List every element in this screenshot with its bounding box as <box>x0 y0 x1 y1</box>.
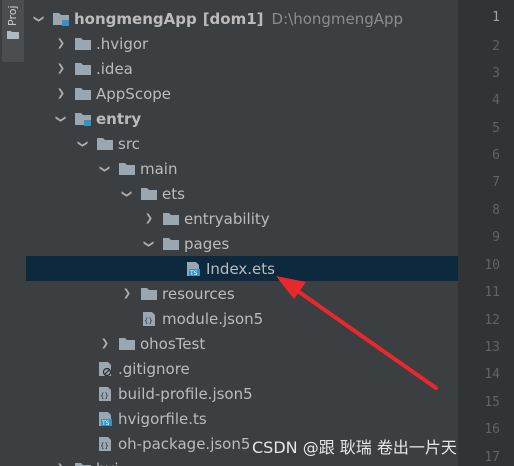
folder-icon <box>97 137 113 150</box>
line-number: 13 <box>484 340 500 355</box>
tree-item-label: AppScope <box>96 84 171 103</box>
tree-item-label: hvigorfile.ts <box>118 409 207 428</box>
tree-item-label: build-profile.json5 <box>118 384 253 403</box>
tree-item-label: oh-package.json5 <box>118 434 251 453</box>
tree-item-label: pages <box>184 234 230 253</box>
ignore-file-icon <box>99 361 112 376</box>
tree-row[interactable]: {} build-profile.json5 <box>26 381 458 406</box>
tree-row[interactable]: ❯ main <box>26 156 458 181</box>
json-file-icon: {} <box>99 386 111 401</box>
tree-row[interactable]: {} module.json5 <box>26 306 458 331</box>
chevron-right-icon[interactable]: ❯ <box>54 62 68 76</box>
chevron-down-icon[interactable]: ❯ <box>54 112 68 126</box>
tree-root-module: [dom1] <box>202 9 264 28</box>
chevron-right-icon[interactable]: ❯ <box>54 462 68 466</box>
folder-icon <box>7 31 19 39</box>
tree-row[interactable]: .gitignore <box>26 356 458 381</box>
folder-icon <box>75 87 91 100</box>
line-number: 15 <box>484 395 500 410</box>
tree-row[interactable]: TS hvigorfile.ts <box>26 406 458 431</box>
folder-icon <box>75 62 91 75</box>
svg-text:TS: TS <box>189 270 198 276</box>
folder-icon <box>119 162 135 175</box>
chevron-right-icon[interactable]: ❯ <box>54 87 68 101</box>
chevron-down-icon[interactable]: ❯ <box>98 162 112 176</box>
tree-item-label: ets <box>162 184 185 203</box>
folder-icon <box>75 37 91 50</box>
folder-icon <box>119 337 135 350</box>
tree-row[interactable]: ❯ ets <box>26 181 458 206</box>
tree-row[interactable]: ❯ ohosTest <box>26 331 458 356</box>
watermark-text: CSDN @跟 耿瑞 卷出一片天 <box>252 438 457 457</box>
project-tool-tab-label: Proj <box>6 5 19 26</box>
tree-item-label: ohosTest <box>140 334 206 353</box>
line-number: 14 <box>484 367 500 382</box>
chevron-right-icon[interactable]: ❯ <box>142 212 156 226</box>
typescript-file-icon: TS <box>187 261 200 276</box>
tree-item-label: src <box>118 134 140 153</box>
tree-row[interactable]: ❯ .idea <box>26 56 458 81</box>
project-tool-tab[interactable]: Proj <box>2 0 24 62</box>
chevron-down-icon[interactable]: ❯ <box>142 237 156 251</box>
line-number: 7 <box>492 175 500 190</box>
chevron-down-icon[interactable]: ❯ <box>32 12 46 26</box>
svg-text:{}: {} <box>100 442 109 450</box>
svg-text:TS: TS <box>101 420 110 426</box>
tree-row-root[interactable]: ❯ hongmengApp [dom1] D:\hongmengApp <box>26 6 458 31</box>
tree-item-label: module.json5 <box>162 309 264 328</box>
line-number: 9 <box>492 230 500 245</box>
line-number: 12 <box>484 313 500 328</box>
tree-item-label: Index.ets <box>206 259 275 278</box>
tree-root-label: hongmengApp <box>74 9 197 28</box>
tree-item-label: .gitignore <box>118 359 190 378</box>
line-number: 3 <box>492 66 500 81</box>
line-number: 11 <box>484 285 500 300</box>
chevron-down-icon[interactable]: ❯ <box>76 137 90 151</box>
tree-item-label: entryability <box>184 209 270 228</box>
module-folder-icon <box>53 12 69 26</box>
tree-item-label: .idea <box>96 59 133 78</box>
tree-row[interactable]: ❯ resources <box>26 281 458 306</box>
json-file-icon: {} <box>143 311 155 326</box>
folder-icon <box>75 462 91 466</box>
tree-item-label: hvi <box>96 460 119 466</box>
chevron-right-icon[interactable]: ❯ <box>98 337 112 351</box>
tree-item-label: resources <box>162 284 235 303</box>
line-number: 16 <box>484 422 500 437</box>
svg-text:{}: {} <box>100 392 109 400</box>
tool-window-strip: Proj <box>0 0 27 466</box>
chevron-down-icon[interactable]: ❯ <box>120 187 134 201</box>
tree-item-label: .hvigor <box>96 34 149 53</box>
tree-root-path: D:\hongmengApp <box>271 9 404 28</box>
line-number: 1 <box>492 10 500 25</box>
line-number: 5 <box>492 121 500 136</box>
line-number: 10 <box>484 258 500 273</box>
tree-row[interactable]: ❯ AppScope <box>26 81 458 106</box>
tree-row[interactable]: ❯ pages <box>26 231 458 256</box>
line-number: 8 <box>492 203 500 218</box>
tree-item-label: main <box>140 159 178 178</box>
project-tree: ❯ hongmengApp [dom1] D:\hongmengApp ❯ .h… <box>26 0 458 466</box>
line-number: 6 <box>492 148 500 163</box>
line-number: 17 <box>484 450 500 465</box>
folder-icon <box>163 212 179 225</box>
tree-row[interactable]: ❯ entry <box>26 106 458 131</box>
chevron-right-icon[interactable]: ❯ <box>54 37 68 51</box>
module-folder-icon <box>75 112 91 126</box>
folder-icon <box>141 287 157 300</box>
line-number: 2 <box>492 39 500 54</box>
svg-text:{}: {} <box>144 317 153 325</box>
tree-row[interactable]: ❯ entryability <box>26 206 458 231</box>
json-file-icon: {} <box>99 436 111 451</box>
tree-item-label: entry <box>96 109 142 128</box>
tree-row-selected[interactable]: TS Index.ets <box>26 256 458 281</box>
typescript-file-icon: TS <box>99 411 112 426</box>
line-number: 4 <box>492 93 500 108</box>
chevron-right-icon[interactable]: ❯ <box>120 287 134 301</box>
tree-row[interactable]: ❯ .hvigor <box>26 31 458 56</box>
editor-line-gutter: 1 2 3 4 5 6 7 8 9 10 11 12 13 14 15 16 1… <box>458 0 514 466</box>
tree-row[interactable]: ❯ src <box>26 131 458 156</box>
folder-icon <box>141 187 157 200</box>
folder-icon <box>163 237 179 250</box>
